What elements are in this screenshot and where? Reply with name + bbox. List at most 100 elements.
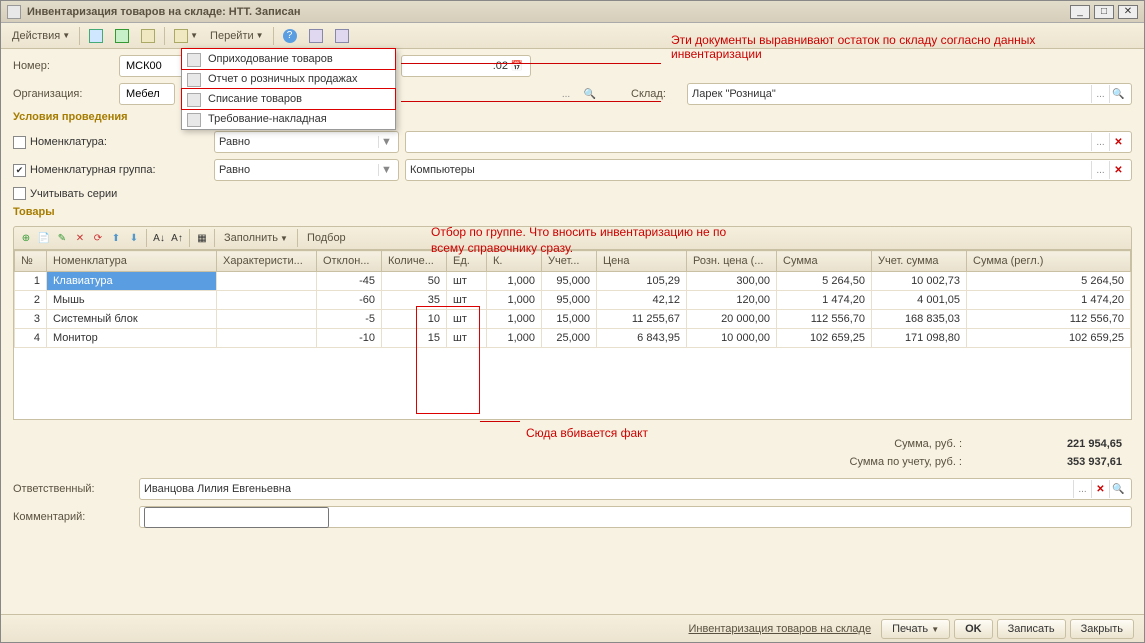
resp-more[interactable]: ... xyxy=(1073,480,1091,498)
group-op-dropdown[interactable]: Равно ▼ xyxy=(214,159,399,181)
sort-asc-icon[interactable]: A↓ xyxy=(151,230,167,246)
sklad-label: Склад: xyxy=(631,88,681,100)
close-button[interactable]: ✕ xyxy=(1118,5,1138,19)
group-value-field[interactable]: Компьютеры ... ✕ xyxy=(405,159,1132,181)
table-row[interactable]: 1Клавиатура-4550шт1,00095,000105,29300,0… xyxy=(15,272,1131,291)
table-toolbar: ⊕ 📄 ✎ ✕ ⟳ ⬆ ⬇ A↓ A↑ ▦ Заполнить▼ Подбор xyxy=(13,226,1132,250)
nomen-op-dropdown[interactable]: Равно ▼ xyxy=(214,131,399,153)
comment-label: Комментарий: xyxy=(13,511,133,523)
doc-icon xyxy=(187,53,201,67)
tb-icon-4[interactable]: ▼ xyxy=(169,26,203,46)
print-button[interactable]: Печать ▼ xyxy=(881,619,950,639)
table-row[interactable]: 4Монитор-1015шт1,00025,0006 843,9510 000… xyxy=(15,329,1131,348)
comment-field[interactable] xyxy=(139,506,1132,528)
resp-search[interactable]: 🔍 xyxy=(1109,480,1127,498)
col-char[interactable]: Характеристи... xyxy=(217,251,317,272)
ok-button[interactable]: OK xyxy=(954,619,993,639)
struct-icon xyxy=(309,29,323,43)
nomen-checkbox[interactable] xyxy=(13,136,26,149)
copy-row-icon[interactable]: 📄 xyxy=(36,230,52,246)
menu-item-treb[interactable]: Требование-накладная xyxy=(182,109,395,129)
doc-icon xyxy=(7,5,21,19)
totals-block: Сумма, руб. : 221 954,65 Сумма по учету,… xyxy=(13,438,1132,468)
calendar-icon[interactable]: 📅 xyxy=(508,57,526,75)
acc-sum-value: 353 937,61 xyxy=(1002,456,1122,468)
nomen-more[interactable]: ... xyxy=(1091,133,1109,151)
resp-field[interactable]: Иванцова Лилия Евгеньевна ... ✕ 🔍 xyxy=(139,478,1132,500)
maximize-button[interactable]: □ xyxy=(1094,5,1114,19)
group-label: Номенклатурная группа: xyxy=(30,164,156,176)
nomen-label: Номенклатура: xyxy=(30,136,107,148)
book-icon xyxy=(141,29,155,43)
menu-item-oprih[interactable]: Оприходование товаров xyxy=(181,48,396,70)
nomen-value-field[interactable]: ... ✕ xyxy=(405,131,1132,153)
org-more[interactable]: ... xyxy=(557,85,575,103)
tb-icon-1[interactable] xyxy=(84,26,108,46)
bottom-bar: Инвентаризация товаров на складе Печать … xyxy=(1,614,1144,642)
window-title: Инвентаризация товаров на складе: НТТ. З… xyxy=(27,6,1070,18)
number-field[interactable] xyxy=(119,55,189,77)
nomen-clear[interactable]: ✕ xyxy=(1109,133,1127,151)
refresh-row-icon[interactable]: ⟳ xyxy=(90,230,106,246)
save-button[interactable]: Записать xyxy=(997,619,1066,639)
nav-icon xyxy=(174,29,188,43)
sklad-field[interactable]: Ларек "Розница" ... 🔍 xyxy=(687,83,1132,105)
col-regl[interactable]: Сумма (регл.) xyxy=(967,251,1131,272)
col-retail[interactable]: Розн. цена (... xyxy=(687,251,777,272)
barcode-icon[interactable]: ▦ xyxy=(194,230,210,246)
goto-menu[interactable]: Перейти▼ xyxy=(205,27,269,45)
col-qty[interactable]: Количе... xyxy=(382,251,447,272)
org-label: Организация: xyxy=(13,88,113,100)
help-button[interactable]: ? xyxy=(278,26,302,46)
col-k[interactable]: К. xyxy=(487,251,542,272)
doc-icon xyxy=(187,93,201,107)
org-search[interactable]: 🔍 xyxy=(581,85,599,103)
col-unit[interactable]: Ед. xyxy=(447,251,487,272)
tree-icon xyxy=(335,29,349,43)
minimize-button[interactable]: _ xyxy=(1070,5,1090,19)
chevron-down-icon[interactable]: ▼ xyxy=(378,164,394,176)
refresh-icon xyxy=(115,29,129,43)
group-checkbox[interactable]: ✔ xyxy=(13,164,26,177)
sklad-search[interactable]: 🔍 xyxy=(1109,85,1127,103)
tb-icon-5[interactable] xyxy=(304,26,328,46)
tb-icon-6[interactable] xyxy=(330,26,354,46)
group-clear[interactable]: ✕ xyxy=(1109,161,1127,179)
doc-link[interactable]: Инвентаризация товаров на складе xyxy=(683,621,878,637)
fill-button[interactable]: Заполнить▼ xyxy=(219,229,293,247)
col-dev[interactable]: Отклон... xyxy=(317,251,382,272)
table-row[interactable]: 2Мышь-6035шт1,00095,00042,12120,001 474,… xyxy=(15,291,1131,310)
sum-value: 221 954,65 xyxy=(1002,438,1122,450)
menu-item-spisan[interactable]: Списание товаров xyxy=(181,88,396,110)
close-button[interactable]: Закрыть xyxy=(1070,619,1134,639)
move-up-icon[interactable]: ⬆ xyxy=(108,230,124,246)
add-row-icon[interactable]: ⊕ xyxy=(18,230,34,246)
sort-desc-icon[interactable]: A↑ xyxy=(169,230,185,246)
actions-menu[interactable]: Действия▼ xyxy=(7,27,75,45)
menu-item-report[interactable]: Отчет о розничных продажах xyxy=(182,69,395,89)
select-button[interactable]: Подбор xyxy=(302,229,351,247)
move-down-icon[interactable]: ⬇ xyxy=(126,230,142,246)
sklad-more[interactable]: ... xyxy=(1091,85,1109,103)
group-more[interactable]: ... xyxy=(1091,161,1109,179)
col-sum[interactable]: Сумма xyxy=(777,251,872,272)
tb-icon-2[interactable] xyxy=(110,26,134,46)
chevron-down-icon[interactable]: ▼ xyxy=(378,136,394,148)
delete-row-icon[interactable]: ✕ xyxy=(72,230,88,246)
col-acc[interactable]: Учет... xyxy=(542,251,597,272)
number-label: Номер: xyxy=(13,60,113,72)
table-row[interactable]: 3Системный блок-510шт1,00015,00011 255,6… xyxy=(15,310,1131,329)
org-field[interactable] xyxy=(119,83,175,105)
acc-sum-label: Сумма по учету, руб. : xyxy=(850,456,963,468)
col-n[interactable]: № xyxy=(15,251,47,272)
col-acc-sum[interactable]: Учет. сумма xyxy=(872,251,967,272)
help-icon: ? xyxy=(283,29,297,43)
resp-label: Ответственный: xyxy=(13,483,133,495)
col-price[interactable]: Цена xyxy=(597,251,687,272)
resp-clear[interactable]: ✕ xyxy=(1091,480,1109,498)
edit-row-icon[interactable]: ✎ xyxy=(54,230,70,246)
date-field[interactable]: :02📅 xyxy=(401,55,531,77)
series-checkbox[interactable] xyxy=(13,187,26,200)
tb-icon-3[interactable] xyxy=(136,26,160,46)
col-nom[interactable]: Номенклатура xyxy=(47,251,217,272)
